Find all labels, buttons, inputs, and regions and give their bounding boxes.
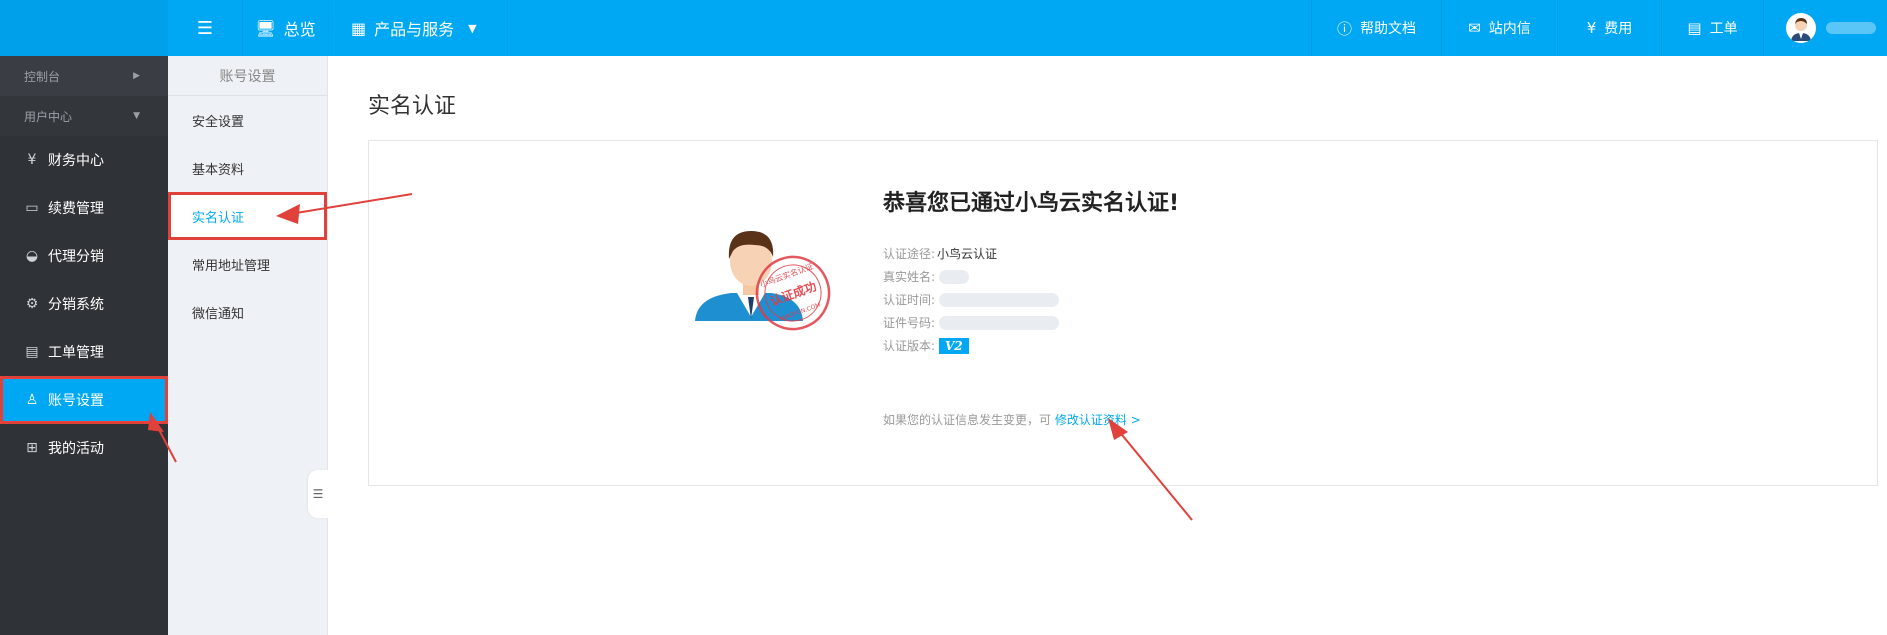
- sidebar-item-activities[interactable]: ⊞ 我的活动: [0, 424, 168, 472]
- username-blurred: [1826, 22, 1876, 34]
- document-icon: ▤: [25, 344, 39, 360]
- mail-icon: ✉: [1468, 19, 1481, 37]
- field-label: 认证版本:: [883, 339, 936, 353]
- field-label: 认证途径:: [883, 247, 936, 261]
- caret-right-icon: ▶: [133, 71, 140, 81]
- sidebar-item-tickets[interactable]: ▤ 工单管理: [0, 328, 168, 376]
- field-label: 证件号码:: [883, 316, 936, 330]
- subnav-security[interactable]: 安全设置: [168, 96, 327, 144]
- overview-link[interactable]: 🖥 总览: [242, 0, 328, 56]
- avatar: [1786, 13, 1816, 43]
- yen-circle-icon: ¥: [27, 152, 37, 168]
- sidebar-item-label: 我的活动: [48, 441, 104, 457]
- subnav-collapse-button[interactable]: ☰: [308, 470, 328, 518]
- version-badge: V2: [939, 337, 969, 354]
- verified-user-illustration: 认证成功 小鸟云实名认证 NIAOYUN.COM: [695, 231, 831, 331]
- sidebar-section-console[interactable]: 控制台 ▶: [0, 56, 168, 96]
- sidebar-item-renewal[interactable]: ▭ 续费管理: [0, 184, 168, 232]
- renew-icon: ▭: [25, 200, 39, 216]
- name-blurred: [939, 269, 970, 284]
- note-text: 如果您的认证信息发生变更，可: [883, 413, 1052, 427]
- sidebar-item-distribution[interactable]: ⚙ 分销系统: [0, 280, 168, 328]
- tickets-label: 工单: [1709, 21, 1738, 37]
- sidebar: 控制台 ▶ 用户中心 ▼ ¥ 财务中心 ▭ 续费管理 ◒ 代理分销 ⚙ 分销系统…: [0, 56, 168, 635]
- change-note: 如果您的认证信息发生变更，可 修改认证资料 >: [883, 411, 1141, 428]
- caret-down-icon: ▼: [133, 111, 140, 121]
- field-id: 证件号码:: [883, 314, 1060, 331]
- sidebar-section-user-center[interactable]: 用户中心 ▼: [0, 96, 168, 136]
- brand-area: [0, 0, 168, 56]
- products-dropdown[interactable]: ▦ 产品与服务 ▼: [328, 0, 508, 56]
- sidebar-section-label: 用户中心: [24, 109, 73, 124]
- subnav-real-name[interactable]: 实名认证: [168, 192, 327, 240]
- field-label: 认证时间:: [883, 293, 936, 307]
- user-icon: ♙: [25, 392, 39, 408]
- id-blurred: [939, 315, 1060, 330]
- sidebar-item-label: 代理分销: [48, 249, 104, 265]
- user-menu[interactable]: [1763, 0, 1887, 56]
- page-title: 实名认证: [368, 94, 457, 119]
- messages-link[interactable]: ✉ 站内信: [1441, 0, 1557, 56]
- main-content: 实名认证 认证成功 小鸟云实名认证 NIAOYUN.COM 恭喜您已通过小鸟云实…: [328, 56, 1887, 635]
- modify-verification-link[interactable]: 修改认证资料 >: [1055, 413, 1141, 427]
- field-label: 真实姓名:: [883, 270, 936, 284]
- gear-icon: ⚙: [25, 296, 39, 312]
- monitor-icon: 🖥: [255, 18, 276, 38]
- help-docs-label: 帮助文档: [1360, 21, 1416, 37]
- field-time: 认证时间:: [883, 291, 1060, 308]
- collapse-icon: ☰: [312, 487, 324, 501]
- grid-icon: ▦: [351, 18, 367, 38]
- subnav-basic-info[interactable]: 基本资料: [168, 144, 327, 192]
- tickets-link[interactable]: ▤ 工单: [1661, 0, 1763, 56]
- sidebar-section-label: 控制台: [24, 69, 61, 84]
- help-docs-link[interactable]: ⓘ 帮助文档: [1311, 0, 1441, 56]
- field-method: 认证途径: 小鸟云认证: [883, 245, 997, 262]
- field-value: 小鸟云认证: [937, 247, 998, 261]
- time-blurred: [939, 292, 1060, 307]
- gift-icon: ⊞: [26, 440, 38, 456]
- fees-label: 费用: [1604, 21, 1633, 37]
- overview-label: 总览: [283, 20, 316, 39]
- sidebar-item-account-settings[interactable]: ♙ 账号设置: [0, 376, 168, 424]
- verification-headline: 恭喜您已通过小鸟云实名认证!: [883, 191, 1180, 216]
- subnav-wechat[interactable]: 微信通知: [168, 288, 327, 336]
- products-label: 产品与服务: [374, 20, 455, 39]
- sidebar-item-label: 账号设置: [48, 393, 104, 409]
- account-subnav: 账号设置 安全设置 基本资料 实名认证 常用地址管理 微信通知: [168, 56, 328, 635]
- sidebar-item-label: 分销系统: [48, 297, 104, 313]
- verification-card: 认证成功 小鸟云实名认证 NIAOYUN.COM 恭喜您已通过小鸟云实名认证! …: [368, 140, 1878, 486]
- menu-toggle-button[interactable]: ☰: [168, 0, 242, 56]
- caret-down-icon: ▼: [468, 21, 477, 35]
- menu-fold-icon: ☰: [196, 17, 214, 39]
- sidebar-item-finance[interactable]: ¥ 财务中心: [0, 136, 168, 184]
- subnav-header: 账号设置: [168, 56, 327, 96]
- sidebar-item-label: 续费管理: [48, 201, 104, 217]
- document-icon: ▤: [1687, 19, 1702, 37]
- messages-label: 站内信: [1488, 21, 1531, 37]
- field-version: 认证版本: V2: [883, 337, 969, 354]
- fees-link[interactable]: ¥ 费用: [1557, 0, 1661, 56]
- sidebar-item-label: 财务中心: [48, 153, 104, 169]
- field-name: 真实姓名:: [883, 268, 970, 285]
- yen-circle-icon: ¥: [1586, 19, 1597, 37]
- question-icon: ⓘ: [1336, 19, 1352, 38]
- sidebar-item-label: 工单管理: [48, 345, 104, 361]
- subnav-addresses[interactable]: 常用地址管理: [168, 240, 327, 288]
- sidebar-item-agency[interactable]: ◒ 代理分销: [0, 232, 168, 280]
- top-bar: ☰ 🖥 总览 ▦ 产品与服务 ▼ ⓘ 帮助文档 ✉ 站内信 ¥ 费用 ▤ 工单: [0, 0, 1887, 56]
- basket-icon: ◒: [25, 248, 39, 264]
